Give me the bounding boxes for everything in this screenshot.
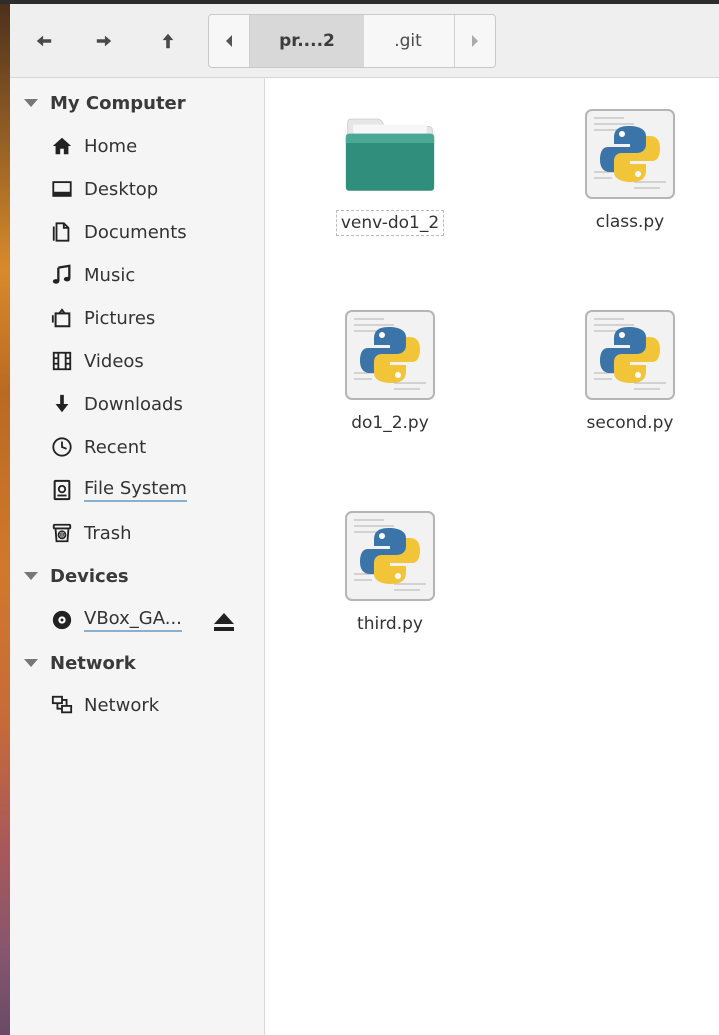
sidebar-item-recent[interactable]: Recent bbox=[50, 432, 146, 462]
file-name-label: second.py bbox=[586, 413, 674, 433]
section-title: Network bbox=[50, 652, 136, 674]
sidebar-item-label: Trash bbox=[84, 522, 132, 544]
sidebar-item-videos[interactable]: Videos bbox=[50, 346, 144, 376]
file-name-label: do1_2.py bbox=[351, 413, 429, 433]
file-item[interactable]: class.py bbox=[555, 108, 705, 234]
file-item[interactable]: third.py bbox=[315, 510, 465, 636]
back-button[interactable] bbox=[26, 24, 62, 58]
file-item[interactable]: do1_2.py bbox=[315, 309, 465, 435]
trash-icon bbox=[50, 521, 74, 545]
recent-icon bbox=[50, 435, 74, 459]
arrow-right-icon bbox=[96, 35, 112, 47]
sidebar-item-network[interactable]: Network bbox=[50, 690, 159, 720]
breadcrumb-git[interactable]: .git bbox=[365, 15, 451, 67]
section-title: Devices bbox=[50, 565, 129, 587]
sidebar-item-vbox-ga[interactable]: VBox_GA... bbox=[50, 605, 182, 635]
up-button[interactable] bbox=[150, 24, 186, 58]
breadcrumb-current[interactable]: pr....2 bbox=[250, 15, 364, 67]
sidebar-item-trash[interactable]: Trash bbox=[50, 518, 132, 548]
file-name-label: third.py bbox=[357, 614, 423, 634]
sidebar-item-label: File System bbox=[84, 478, 187, 502]
sidebar-item-label: Pictures bbox=[84, 307, 156, 329]
python-file-icon bbox=[585, 109, 675, 199]
sidebar-item-label: Recent bbox=[84, 436, 147, 458]
sidebar-item-downloads[interactable]: Downloads bbox=[50, 389, 183, 419]
file-item[interactable]: second.py bbox=[555, 309, 705, 435]
python-file-icon bbox=[585, 310, 675, 400]
desktop-wallpaper-strip bbox=[0, 0, 10, 1035]
documents-icon bbox=[50, 220, 74, 244]
file-name-label: venv-do1_2 bbox=[335, 210, 445, 236]
collapse-triangle-icon bbox=[24, 99, 38, 107]
section-network[interactable]: Network bbox=[22, 648, 136, 678]
disc-icon bbox=[50, 608, 74, 632]
pictures-icon bbox=[50, 306, 74, 330]
sidebar-item-desktop[interactable]: Desktop bbox=[50, 174, 158, 204]
section-devices[interactable]: Devices bbox=[22, 561, 129, 591]
sidebar-item-label: Network bbox=[84, 694, 160, 716]
python-file-icon bbox=[345, 310, 435, 400]
collapse-triangle-icon bbox=[24, 572, 38, 580]
sidebar-item-label: Music bbox=[84, 264, 136, 286]
drive-icon bbox=[50, 478, 74, 502]
collapse-triangle-icon bbox=[24, 659, 38, 667]
sidebar-item-label: Documents bbox=[84, 221, 187, 243]
sidebar-item-pictures[interactable]: Pictures bbox=[50, 303, 155, 333]
desktop-icon bbox=[50, 177, 74, 201]
arrow-up-icon bbox=[162, 33, 174, 49]
sidebar-item-label: Videos bbox=[84, 350, 144, 372]
sidebar-item-label: Home bbox=[84, 135, 138, 157]
sidebar-item-label: Downloads bbox=[84, 393, 183, 415]
chevron-left-icon bbox=[226, 35, 232, 47]
section-title: My Computer bbox=[50, 92, 186, 114]
arrow-left-icon bbox=[36, 35, 52, 47]
path-bar: pr....2 .git bbox=[208, 14, 496, 68]
folder-item[interactable]: venv-do1_2 bbox=[315, 108, 465, 236]
sidebar-item-label: VBox_GA... bbox=[84, 608, 182, 632]
eject-icon[interactable] bbox=[212, 611, 236, 633]
sidebar-item-file-system[interactable]: File System bbox=[50, 475, 187, 505]
file-view: venv-do1_2 class.py do1_2.py second.py t… bbox=[265, 78, 719, 1035]
places-sidebar: My Computer Home Desktop Documents Music bbox=[10, 78, 265, 1035]
toolbar: pr....2 .git bbox=[10, 4, 719, 78]
sidebar-item-label: Desktop bbox=[84, 178, 159, 200]
section-my-computer[interactable]: My Computer bbox=[22, 88, 186, 118]
sidebar-item-music[interactable]: Music bbox=[50, 260, 135, 290]
forward-button[interactable] bbox=[86, 24, 122, 58]
home-icon bbox=[50, 134, 74, 158]
folder-icon bbox=[345, 118, 435, 191]
path-scroll-left-button[interactable] bbox=[209, 15, 250, 67]
file-manager-window: pr....2 .git My Computer Home Desktop Do… bbox=[10, 4, 719, 1035]
chevron-right-icon bbox=[472, 35, 478, 47]
music-icon bbox=[50, 263, 74, 287]
downloads-icon bbox=[50, 392, 74, 416]
sidebar-item-documents[interactable]: Documents bbox=[50, 217, 187, 247]
file-name-label: class.py bbox=[595, 212, 665, 232]
videos-icon bbox=[50, 349, 74, 373]
path-scroll-right-button[interactable] bbox=[454, 15, 495, 67]
network-icon bbox=[50, 693, 74, 717]
python-file-icon bbox=[345, 511, 435, 601]
sidebar-item-home[interactable]: Home bbox=[50, 131, 137, 161]
